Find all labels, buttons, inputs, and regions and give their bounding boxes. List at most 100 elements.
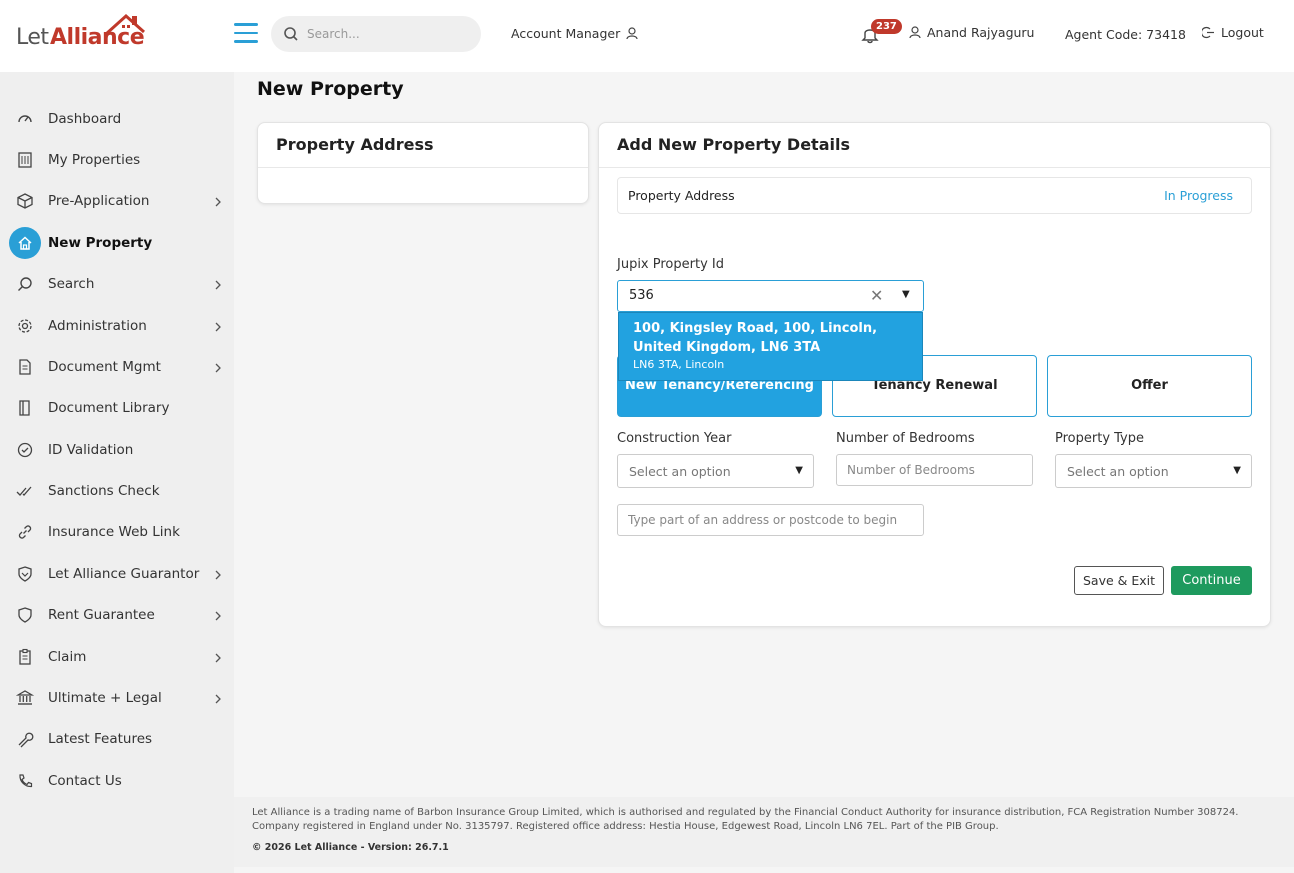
menu-toggle-icon[interactable] xyxy=(234,23,258,45)
chevron-right-icon xyxy=(213,196,223,207)
sidebar-item-label: Let Alliance Guarantor xyxy=(48,566,200,582)
sidebar-item-label: Dashboard xyxy=(48,111,122,127)
footer-version: © 2026 Let Alliance - Version: 26.7.1 xyxy=(252,842,449,853)
sidebar-item-let-alliance-guarantor[interactable]: Let Alliance Guarantor xyxy=(0,556,234,592)
caret-down-icon: ▼ xyxy=(795,465,803,476)
address-suggestion-option[interactable]: 100, Kingsley Road, 100, Lincoln, United… xyxy=(618,312,923,381)
link-icon xyxy=(16,523,34,541)
sidebar-item-contact-us[interactable]: Contact Us xyxy=(0,763,234,799)
notification-count-badge: 237 xyxy=(871,19,902,34)
logout-label: Logout xyxy=(1221,25,1264,40)
chevron-right-icon xyxy=(213,569,223,580)
caret-down-icon[interactable]: ▼ xyxy=(902,289,910,300)
gear-icon xyxy=(16,317,34,335)
type-offer-button[interactable]: Offer xyxy=(1047,355,1252,417)
sidebar-item-id-validation[interactable]: ID Validation xyxy=(0,432,234,468)
property-type-label: Property Type xyxy=(1055,431,1145,446)
sidebar-item-pre-application[interactable]: Pre-Application xyxy=(0,183,234,219)
double-check-icon xyxy=(16,482,34,500)
wrench-icon xyxy=(16,730,34,748)
account-manager-label: Account Manager xyxy=(511,26,621,41)
suggestion-address: 100, Kingsley Road, 100, Lincoln, United… xyxy=(633,321,878,355)
select-placeholder: Select an option xyxy=(1067,464,1169,479)
global-search xyxy=(271,16,481,52)
sidebar-item-label: Search xyxy=(48,276,95,292)
address-lookup-input[interactable] xyxy=(617,504,924,536)
save-exit-button[interactable]: Save & Exit xyxy=(1074,566,1164,595)
sidebar-item-label: Latest Features xyxy=(48,731,153,747)
chevron-right-icon xyxy=(213,321,223,332)
user-icon xyxy=(909,26,921,39)
book-icon xyxy=(16,399,34,417)
step-label: Property Address xyxy=(628,188,735,203)
clipboard-icon xyxy=(16,648,34,666)
sidebar-item-search[interactable]: Search xyxy=(0,266,234,302)
chevron-right-icon xyxy=(213,652,223,663)
chevron-right-icon xyxy=(213,362,223,373)
sidebar-item-label: ID Validation xyxy=(48,442,134,458)
user-icon xyxy=(626,27,638,40)
property-type-select[interactable]: Select an option ▼ xyxy=(1055,454,1252,488)
card-title: Add New Property Details xyxy=(599,123,1270,168)
sidebar-item-administration[interactable]: Administration xyxy=(0,308,234,344)
logout-icon xyxy=(1202,26,1214,39)
sidebar-item-label: Document Library xyxy=(48,400,170,416)
let-alliance-logo[interactable]: Let Alliance xyxy=(16,12,146,56)
card-title: Property Address xyxy=(258,123,588,168)
bedrooms-input[interactable] xyxy=(836,454,1033,486)
sidebar-item-label: Pre-Application xyxy=(48,193,150,209)
document-icon xyxy=(16,358,34,376)
step-progress-row: Property Address In Progress xyxy=(617,177,1252,214)
construction-year-label: Construction Year xyxy=(617,431,732,446)
suggestion-postcode-city: LN6 3TA, Lincoln xyxy=(633,358,725,371)
search-icon xyxy=(16,275,34,293)
account-manager-link[interactable]: Account Manager xyxy=(511,26,638,41)
home-icon xyxy=(9,227,41,259)
sidebar-item-ultimate-legal[interactable]: Ultimate + Legal xyxy=(0,680,234,716)
sidebar-item-claim[interactable]: Claim xyxy=(0,639,234,675)
phone-icon xyxy=(16,772,34,790)
step-status: In Progress xyxy=(1164,188,1233,203)
logout-button[interactable]: Logout xyxy=(1202,25,1264,40)
jupix-property-id-combobox[interactable]: 536 ✕ ▼ xyxy=(617,280,924,312)
sidebar-item-my-properties[interactable]: My Properties xyxy=(0,142,234,178)
chevron-right-icon xyxy=(213,279,223,290)
sidebar-item-rent-guarantee[interactable]: Rent Guarantee xyxy=(0,597,234,633)
logo-let-text: Let xyxy=(16,25,49,50)
top-bar: Let Alliance Account Manager 237 Anand R… xyxy=(0,0,1294,72)
search-input[interactable] xyxy=(307,24,467,44)
jupix-property-id-value: 536 xyxy=(629,288,654,303)
shield-outline-icon xyxy=(16,606,34,624)
caret-down-icon: ▼ xyxy=(1233,465,1241,476)
page-title: New Property xyxy=(257,78,404,100)
sidebar-item-dashboard[interactable]: Dashboard xyxy=(0,101,234,137)
building-icon xyxy=(16,151,34,169)
sidebar-item-label: Insurance Web Link xyxy=(48,524,180,540)
jupix-property-id-label: Jupix Property Id xyxy=(617,257,724,272)
agent-code: Agent Code: 73418 xyxy=(1065,27,1186,42)
sidebar-item-label: Claim xyxy=(48,649,87,665)
sidebar-item-sanctions-check[interactable]: Sanctions Check xyxy=(0,473,234,509)
sidebar-item-document-library[interactable]: Document Library xyxy=(0,390,234,426)
select-placeholder: Select an option xyxy=(629,464,731,479)
construction-year-select[interactable]: Select an option ▼ xyxy=(617,454,814,488)
sidebar-item-label: Sanctions Check xyxy=(48,483,160,499)
box-icon xyxy=(16,192,34,210)
search-icon xyxy=(284,27,298,41)
continue-button[interactable]: Continue xyxy=(1171,566,1252,595)
sidebar-item-document-mgmt[interactable]: Document Mgmt xyxy=(0,349,234,385)
sidebar-item-label: Rent Guarantee xyxy=(48,607,155,623)
sidebar-item-label: New Property xyxy=(48,235,153,251)
user-name: Anand Rajyaguru xyxy=(927,25,1035,40)
sidebar-item-label: Contact Us xyxy=(48,773,122,789)
sidebar-item-latest-features[interactable]: Latest Features xyxy=(0,721,234,757)
check-circle-icon xyxy=(16,441,34,459)
user-profile-link[interactable]: Anand Rajyaguru xyxy=(909,25,1034,40)
clear-icon[interactable]: ✕ xyxy=(870,286,883,305)
sidebar-item-insurance-web-link[interactable]: Insurance Web Link xyxy=(0,514,234,550)
footer: Let Alliance is a trading name of Barbon… xyxy=(234,797,1294,867)
bedrooms-label: Number of Bedrooms xyxy=(836,431,975,446)
sidebar-item-label: Document Mgmt xyxy=(48,359,161,375)
shield-icon xyxy=(16,565,34,583)
sidebar-item-new-property[interactable]: New Property xyxy=(0,225,234,261)
